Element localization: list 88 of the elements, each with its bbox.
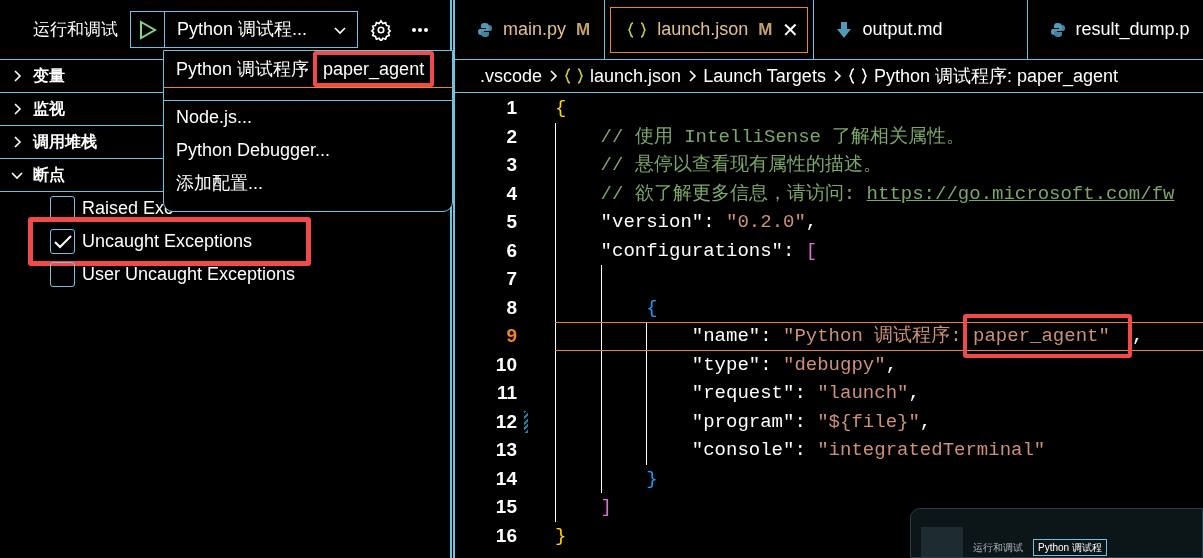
breadcrumb-item[interactable]: Python 调试程序: paper_agent: [873, 62, 1119, 90]
code-string: "launch": [817, 381, 909, 406]
code-string: "debugpy": [783, 352, 886, 378]
checkbox[interactable]: [50, 262, 75, 287]
close-button[interactable]: ✕: [782, 14, 800, 45]
code-punctuation: :: [760, 324, 773, 349]
code-key: "console": [691, 436, 795, 465]
python-icon: [1049, 21, 1066, 38]
code-punctuation: ,: [885, 352, 898, 378]
code-comment: // 欲了解更多信息，请访问:: [600, 181, 857, 207]
code-punctuation: :: [794, 381, 807, 406]
line-number: 3: [505, 153, 517, 177]
thumbnail-icon: [921, 527, 963, 557]
code-key: "type": [691, 350, 761, 379]
code-bracket: [: [805, 238, 818, 264]
menu-item[interactable]: Python Debugger...: [164, 134, 452, 167]
breadcrumb-item[interactable]: .vscode: [480, 62, 543, 90]
editor-tab[interactable]: main.py M: [460, 6, 600, 53]
checkbox-label: Uncaught Exceptions: [82, 230, 253, 253]
braces-icon: [627, 20, 648, 39]
line-number: 14: [494, 466, 517, 491]
modified-label: M: [576, 18, 591, 41]
line-number: 16: [494, 523, 517, 548]
line-number: 6: [505, 238, 517, 263]
thumbnail-title: 运行和调试: [973, 541, 1023, 555]
editor-tab[interactable]: result_dump.p: [1032, 6, 1203, 53]
line-number: 7: [505, 267, 517, 291]
line-number: 11: [495, 381, 517, 405]
line-number: 15: [494, 495, 517, 519]
code-bracket: ]: [600, 495, 612, 520]
check-icon: [53, 234, 72, 249]
code-string: "0.2.0": [726, 210, 806, 235]
code-link[interactable]: https://go.microsoft.com/fw: [866, 179, 1175, 208]
code-string: "${file}": [817, 409, 920, 435]
settings-icon[interactable]: [370, 18, 392, 41]
line-number: 4: [505, 181, 517, 206]
code-punctuation: ,: [908, 381, 920, 406]
checkbox[interactable]: [50, 229, 75, 254]
menu-item[interactable]: Python 调试程序 paper_agent: [164, 51, 452, 88]
line-number: 2: [505, 124, 517, 149]
code-punctuation: :: [783, 238, 796, 264]
breadcrumb-item[interactable]: Launch Targets: [703, 62, 826, 90]
code-punctuation: ,: [805, 210, 818, 235]
line-number: 9: [505, 324, 517, 348]
code-comment: // 悬停以查看现有属性的描述。: [600, 153, 882, 178]
breadcrumb-item[interactable]: launch.json: [590, 62, 682, 90]
code-punctuation: :: [760, 352, 773, 378]
code-key: "name": [691, 322, 761, 351]
play-icon[interactable]: [138, 19, 157, 40]
code-punctuation: ,: [919, 409, 932, 435]
modified-label: M: [758, 18, 773, 41]
code-punctuation: :: [794, 409, 807, 435]
line-number: 10: [494, 352, 517, 377]
menu-item[interactable]: Node.js...: [164, 101, 452, 134]
code-comment: // 使用 IntelliSense 了解相关属性。: [600, 124, 966, 150]
code-bracket: {: [646, 295, 658, 321]
checkbox-label: User Uncaught Exceptions: [82, 263, 296, 286]
menu-item[interactable]: 添加配置...: [164, 167, 452, 200]
code-string: "Python 调试程序:: [783, 324, 963, 349]
code-key: "configurations": [600, 236, 784, 265]
code-key: "program": [691, 407, 795, 436]
code-punctuation: :: [703, 210, 716, 235]
highlight-box: paper_agent": [963, 314, 1132, 359]
code-bracket: {: [555, 96, 567, 121]
editor-tab[interactable]: launch.json M ✕: [610, 6, 809, 53]
arrow-down-icon: [836, 20, 853, 39]
line-number: 12: [494, 409, 517, 434]
code-punctuation: ,: [1131, 324, 1144, 349]
braces-icon: [564, 67, 585, 85]
code-string: "integratedTerminal": [817, 438, 1046, 463]
code-punctuation: :: [794, 438, 807, 463]
line-number: 5: [505, 210, 517, 234]
line-number: 1: [505, 96, 517, 120]
modified-marker: [524, 410, 528, 433]
code-key: "request": [691, 379, 795, 408]
config-label[interactable]: Python 调试程...: [177, 16, 308, 43]
line-number: 13: [494, 438, 517, 462]
braces-icon: [847, 67, 868, 85]
code-bracket: }: [555, 523, 567, 549]
line-number: 8: [505, 295, 517, 320]
panel-title: 运行和调试: [33, 18, 118, 41]
code-key: "version": [600, 208, 704, 237]
code-bracket: }: [646, 466, 658, 492]
highlight-box: paper_agent: [313, 51, 435, 87]
editor-tab[interactable]: output.md: [819, 6, 1022, 53]
more-icon[interactable]: [411, 26, 429, 33]
config-select[interactable]: Python 调试程...: [130, 11, 358, 48]
python-icon: [477, 21, 493, 38]
